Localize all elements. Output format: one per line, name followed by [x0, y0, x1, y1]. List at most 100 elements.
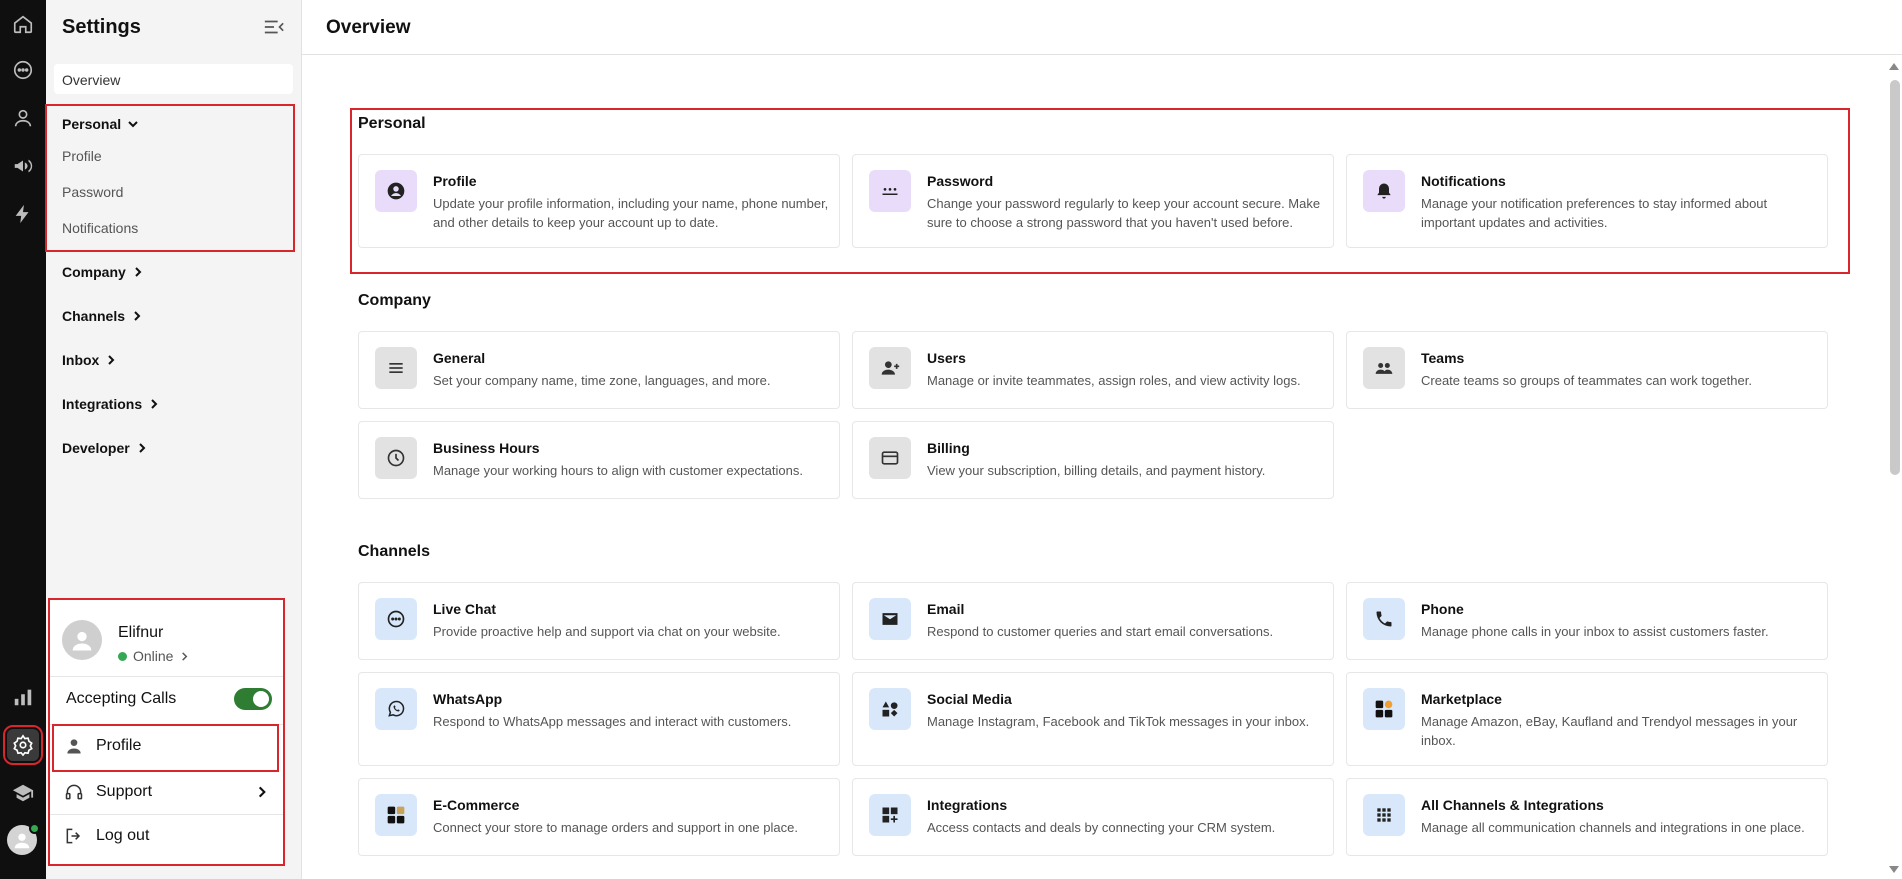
card-live-chat[interactable]: Live Chat Provide proactive help and sup… [358, 582, 840, 660]
nav-group-channels[interactable]: Channels [62, 308, 143, 324]
automation-icon[interactable] [7, 198, 39, 230]
scroll-up-arrow[interactable] [1889, 63, 1899, 70]
card-marketplace[interactable]: Marketplace Manage Amazon, eBay, Kauflan… [1346, 672, 1828, 766]
ecommerce-icon [375, 794, 417, 836]
card-email[interactable]: Email Respond to customer queries and st… [852, 582, 1334, 660]
card-description: Change your password regularly to keep y… [927, 196, 1321, 230]
card-title: Integrations [927, 797, 1008, 813]
user-menu-popup: Elifnur Online Accepting Calls Profile S… [48, 598, 285, 866]
mail-icon [869, 598, 911, 640]
user-name: Elifnur [118, 624, 164, 641]
user-add-icon [869, 347, 911, 389]
nav-item-password[interactable]: Password [62, 184, 123, 200]
card-phone[interactable]: Phone Manage phone calls in your inbox t… [1346, 582, 1828, 660]
user-circle-icon [375, 170, 417, 212]
highlight-box [52, 724, 279, 772]
chevron-down-icon [128, 121, 138, 128]
online-dot [118, 651, 127, 661]
chevron-right-icon [151, 399, 158, 409]
panel-title: Settings [62, 16, 141, 38]
nav-group-label: Channels [62, 308, 126, 324]
home-icon[interactable] [7, 8, 39, 40]
nav-group-integrations[interactable]: Integrations [62, 396, 160, 412]
online-status-dot [29, 823, 40, 834]
shapes-icon [869, 688, 911, 730]
nav-group-company[interactable]: Company [62, 264, 144, 280]
nav-group-personal[interactable]: Personal [62, 116, 139, 132]
card-title: Profile [433, 173, 477, 189]
card-password[interactable]: Password Change your password regularly … [852, 154, 1334, 248]
divider [50, 676, 283, 677]
nav-group-label: Personal [62, 116, 122, 132]
chat-icon[interactable] [7, 54, 39, 86]
card-description: Create teams so groups of teammates can … [1421, 373, 1752, 388]
card-whatsapp[interactable]: WhatsApp Respond to WhatsApp messages an… [358, 672, 840, 766]
accepting-calls-label: Accepting Calls [66, 690, 177, 707]
status-selector[interactable]: Online [118, 648, 190, 664]
card-description: Manage or invite teammates, assign roles… [927, 373, 1301, 388]
nav-group-developer[interactable]: Developer [62, 440, 148, 456]
nav-item-profile[interactable]: Profile [62, 148, 102, 164]
section-title-company: Company [358, 292, 431, 309]
card-all-channels[interactable]: All Channels & Integrations Manage all c… [1346, 778, 1828, 856]
card-title: Marketplace [1421, 691, 1502, 707]
card-profile[interactable]: Profile Update your profile information,… [358, 154, 840, 248]
accepting-calls-toggle[interactable] [234, 688, 272, 710]
nav-group-label: Inbox [62, 352, 100, 368]
status-label: Online [133, 648, 174, 664]
card-description: Manage phone calls in your inbox to assi… [1421, 624, 1769, 639]
reports-icon[interactable] [7, 681, 39, 713]
section-title-channels: Channels [358, 543, 431, 560]
scrollbar-thumb[interactable] [1890, 80, 1900, 475]
nav-overview[interactable]: Overview [54, 64, 293, 94]
icon-rail [0, 0, 46, 879]
phone-icon [1363, 598, 1405, 640]
popup-logout-item[interactable]: Log out [64, 826, 149, 846]
clock-icon [375, 437, 417, 479]
chevron-right-icon [108, 355, 115, 365]
card-billing[interactable]: Billing View your subscription, billing … [852, 421, 1334, 499]
card-general[interactable]: General Set your company name, time zone… [358, 331, 840, 409]
apps-grid-icon [1363, 794, 1405, 836]
chevron-right-icon [182, 651, 188, 661]
popup-support-item[interactable]: Support [64, 782, 269, 802]
card-notifications[interactable]: Notifications Manage your notification p… [1346, 154, 1828, 248]
divider [50, 814, 283, 815]
academy-icon[interactable] [7, 777, 39, 809]
card-description: Manage Instagram, Facebook and TikTok me… [927, 714, 1310, 729]
card-description: Access contacts and deals by connecting … [927, 820, 1276, 835]
contacts-icon[interactable] [7, 102, 39, 134]
megaphone-icon[interactable] [7, 150, 39, 182]
chevron-right-icon [138, 443, 146, 453]
card-title: Notifications [1421, 173, 1506, 189]
settings-icon[interactable] [3, 725, 43, 765]
password-icon [869, 170, 911, 212]
nav-group-label: Developer [62, 440, 130, 456]
nav-group-inbox[interactable]: Inbox [62, 352, 117, 368]
card-description: View your subscription, billing details,… [927, 463, 1266, 478]
card-users[interactable]: Users Manage or invite teammates, assign… [852, 331, 1334, 409]
card-e-commerce[interactable]: E-Commerce Connect your store to manage … [358, 778, 840, 856]
card-description: Update your profile information, includi… [433, 196, 829, 230]
card-social-media[interactable]: Social Media Manage Instagram, Facebook … [852, 672, 1334, 766]
popup-logout-label: Log out [96, 827, 150, 844]
chat-bubble-icon [375, 598, 417, 640]
card-integrations[interactable]: Integrations Access contacts and deals b… [852, 778, 1334, 856]
card-description: Manage all communication channels and in… [1421, 820, 1805, 835]
card-title: All Channels & Integrations [1421, 797, 1604, 813]
card-title: General [433, 350, 486, 366]
nav-item-notifications[interactable]: Notifications [62, 220, 138, 236]
card-teams[interactable]: Teams Create teams so groups of teammate… [1346, 331, 1828, 409]
widgets-add-icon [869, 794, 911, 836]
card-description: Set your company name, time zone, langua… [433, 373, 771, 388]
chevron-right-icon [135, 267, 142, 277]
card-title: Business Hours [433, 440, 540, 456]
main-header: Overview [302, 0, 1902, 55]
card-business-hours[interactable]: Business Hours Manage your working hours… [358, 421, 840, 499]
card-title: Users [927, 350, 966, 366]
scroll-down-arrow[interactable] [1889, 866, 1899, 873]
card-title: Live Chat [433, 601, 497, 617]
logout-icon [66, 828, 81, 844]
user-avatar[interactable] [7, 823, 40, 855]
collapse-panel-icon[interactable] [263, 17, 285, 37]
